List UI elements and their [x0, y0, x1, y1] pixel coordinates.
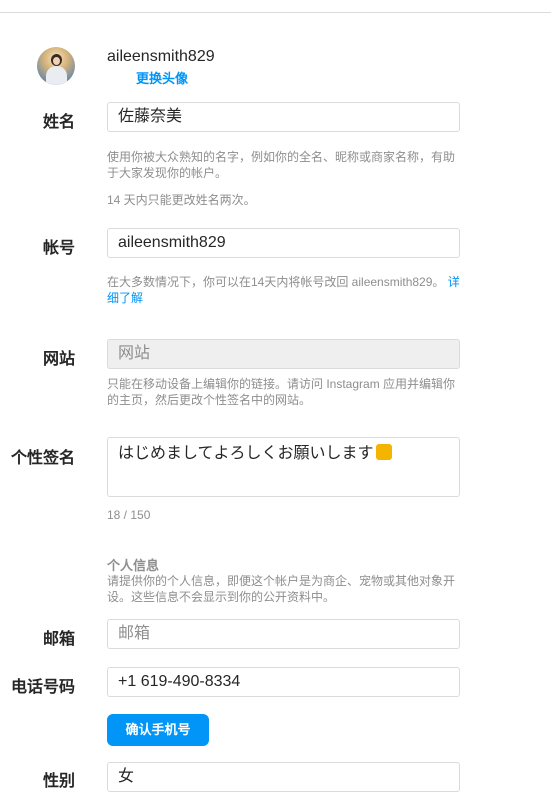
top-divider	[0, 12, 551, 13]
username: aileensmith829	[107, 48, 215, 65]
username-field[interactable]: aileensmith829	[107, 228, 460, 258]
bio-text: はじめましてよろしくお願いします	[118, 445, 374, 462]
email-label: 邮箱	[42, 631, 75, 648]
name-field[interactable]: 佐藤奈美	[107, 102, 460, 132]
name-change-limit: 14 天内只能更改姓名两次。	[107, 193, 256, 207]
account-help-text: 在大多数情况下，你可以在14天内将帐号改回 aileensmith829。	[107, 275, 445, 289]
avatar[interactable]	[37, 47, 75, 85]
gender-label: 性别	[42, 773, 75, 790]
phone-field[interactable]: +1 619-490-8334	[107, 667, 460, 697]
phone-label: 电话号码	[10, 679, 75, 696]
avatar-body-shape	[46, 66, 67, 85]
bio-textarea[interactable]: はじめましてよろしくお願いします	[107, 437, 460, 497]
name-label: 姓名	[42, 114, 75, 131]
bio-label: 个性签名	[10, 450, 75, 467]
bio-counter: 18 / 150	[107, 508, 151, 522]
change-photo-link[interactable]: 更换头像	[136, 68, 188, 87]
confirm-phone-button[interactable]: 确认手机号	[107, 714, 209, 746]
email-field[interactable]: 邮箱	[107, 619, 460, 649]
website-field: 网站	[107, 339, 460, 369]
name-help: 使用你被大众熟知的名字，例如你的全名、昵称或商家名称，有助于大家发现你的帐户。	[107, 150, 456, 180]
website-label: 网站	[42, 351, 75, 368]
personal-info-title: 个人信息	[107, 558, 160, 573]
gender-field[interactable]: 女	[107, 762, 460, 792]
praying-hands-emoji-icon	[375, 444, 392, 460]
account-help: 在大多数情况下，你可以在14天内将帐号改回 aileensmith829。 详细…	[107, 274, 463, 306]
account-label: 帐号	[42, 240, 75, 257]
avatar-face-shape	[53, 57, 60, 65]
website-help: 只能在移动设备上编辑你的链接。请访问 Instagram 应用并编辑你的主页，然…	[107, 377, 456, 407]
personal-info-help: 请提供你的个人信息，即便这个帐户是为商企、宠物或其他对象开设。这些信息不会显示到…	[107, 574, 456, 604]
